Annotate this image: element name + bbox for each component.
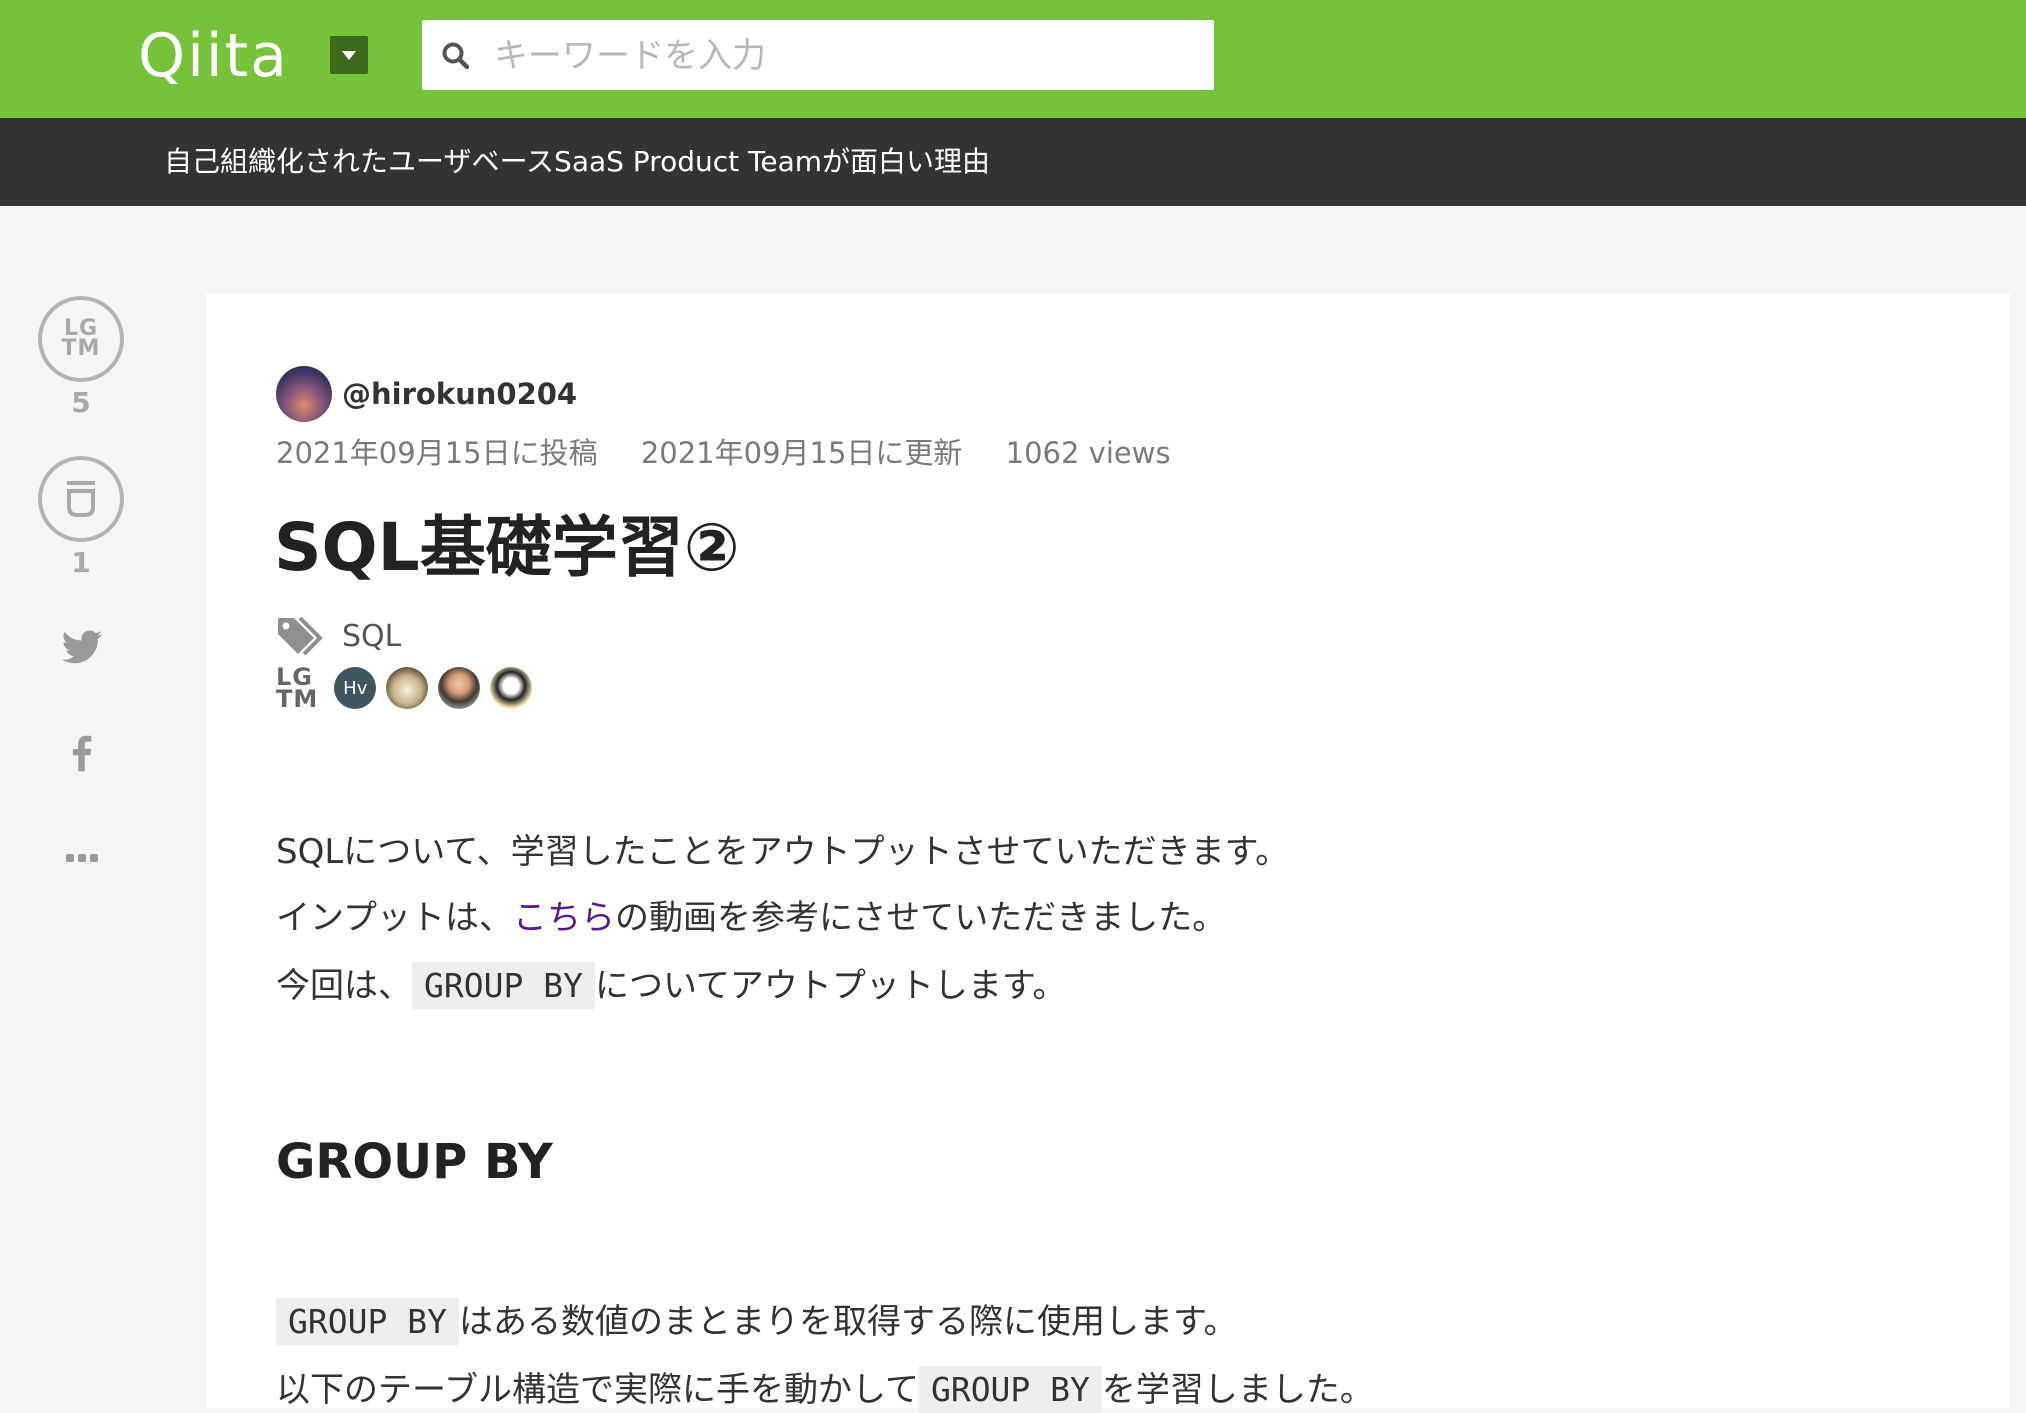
liker-avatar[interactable] (490, 667, 533, 709)
liker-avatar[interactable] (386, 667, 429, 709)
updated-date[interactable]: 2021年09月15日に更新 (641, 436, 963, 470)
likers-row: LG TM Hv (276, 665, 542, 713)
tags-icon (278, 616, 323, 656)
view-count: 1062 views (1005, 436, 1171, 470)
text: インプットは、 (276, 898, 513, 938)
paragraph-definition: GROUP BY はある数値のまとまりを取得する際に使用します。 (276, 1294, 1238, 1345)
text: についてアウトプットします。 (594, 966, 1067, 1006)
author-name[interactable]: @hirokun0204 (342, 377, 577, 411)
article-title: SQL基礎学習② (274, 509, 740, 586)
lgtm-count: 5 (71, 386, 91, 419)
search-input[interactable] (492, 20, 1196, 92)
organization-link[interactable]: 自己組織化されたユーザベースSaaS Product Teamが面白い理由 (164, 118, 990, 206)
lgtm-icon-line2: TM (61, 336, 101, 361)
reference-link[interactable]: こちら (513, 898, 615, 938)
inline-code: GROUP BY (276, 1298, 459, 1345)
paragraph-table-intro: 以下のテーブル構造で実際に手を動かして GROUP BY を学習しました。 (276, 1362, 1374, 1413)
caret-down-icon (342, 51, 356, 60)
liker-avatar[interactable]: Hv (334, 667, 377, 709)
paragraph-input: インプットは、こちらの動画を参考にさせていただきました。 (276, 890, 1226, 939)
tags-row: SQL (276, 616, 401, 656)
stock-count: 1 (71, 546, 91, 579)
text: 以下のテーブル構造で実際に手を動かして (276, 1370, 919, 1410)
action-rail: LG TM 5 1 (0, 206, 200, 1408)
text: 今回は、 (276, 966, 412, 1006)
lgtm-label-line2: TM (276, 685, 319, 713)
author-avatar[interactable] (276, 366, 332, 422)
paragraph-topic: 今回は、 GROUP BY についてアウトプットします。 (276, 958, 1067, 1009)
lgtm-button[interactable]: LG TM (38, 296, 124, 382)
inline-code: GROUP BY (412, 962, 595, 1009)
top-header: Qiita (0, 0, 2026, 118)
twitter-icon[interactable] (60, 626, 104, 670)
article-meta: 2021年09月15日に投稿 2021年09月15日に更新 1062 views (276, 430, 1205, 472)
stock-button[interactable] (38, 456, 124, 542)
search-icon (442, 42, 470, 70)
more-icon[interactable] (60, 836, 104, 880)
lgtm-icon: LG TM (61, 318, 101, 361)
author-row: @hirokun0204 (276, 366, 577, 422)
inline-code: GROUP BY (918, 1366, 1102, 1413)
tag-sql[interactable]: SQL (342, 619, 401, 654)
text: はある数値のまとまりを取得する際に使用します。 (458, 1302, 1238, 1342)
paragraph-intro: SQLについて、学習したことをアウトプットさせていただきます。 (276, 832, 1290, 872)
text: の動画を参考にさせていただきました。 (614, 898, 1227, 938)
search-box[interactable] (422, 20, 1214, 92)
qiita-logo[interactable]: Qiita (138, 18, 289, 94)
lgtm-label-icon: LG TM (276, 665, 319, 713)
facebook-icon[interactable] (60, 731, 104, 775)
text: を学習しました。 (1101, 1370, 1374, 1410)
section-heading: GROUP BY (276, 1134, 553, 1190)
article-card: @hirokun0204 2021年09月15日に投稿 2021年09月15日に… (206, 294, 2010, 1413)
logo-dropdown-button[interactable] (330, 36, 368, 74)
organization-bar: 自己組織化されたユーザベースSaaS Product Teamが面白い理由 (0, 118, 2026, 206)
liker-avatar[interactable] (438, 667, 481, 709)
posted-date: 2021年09月15日に投稿 (276, 436, 598, 470)
stock-icon (67, 481, 95, 517)
